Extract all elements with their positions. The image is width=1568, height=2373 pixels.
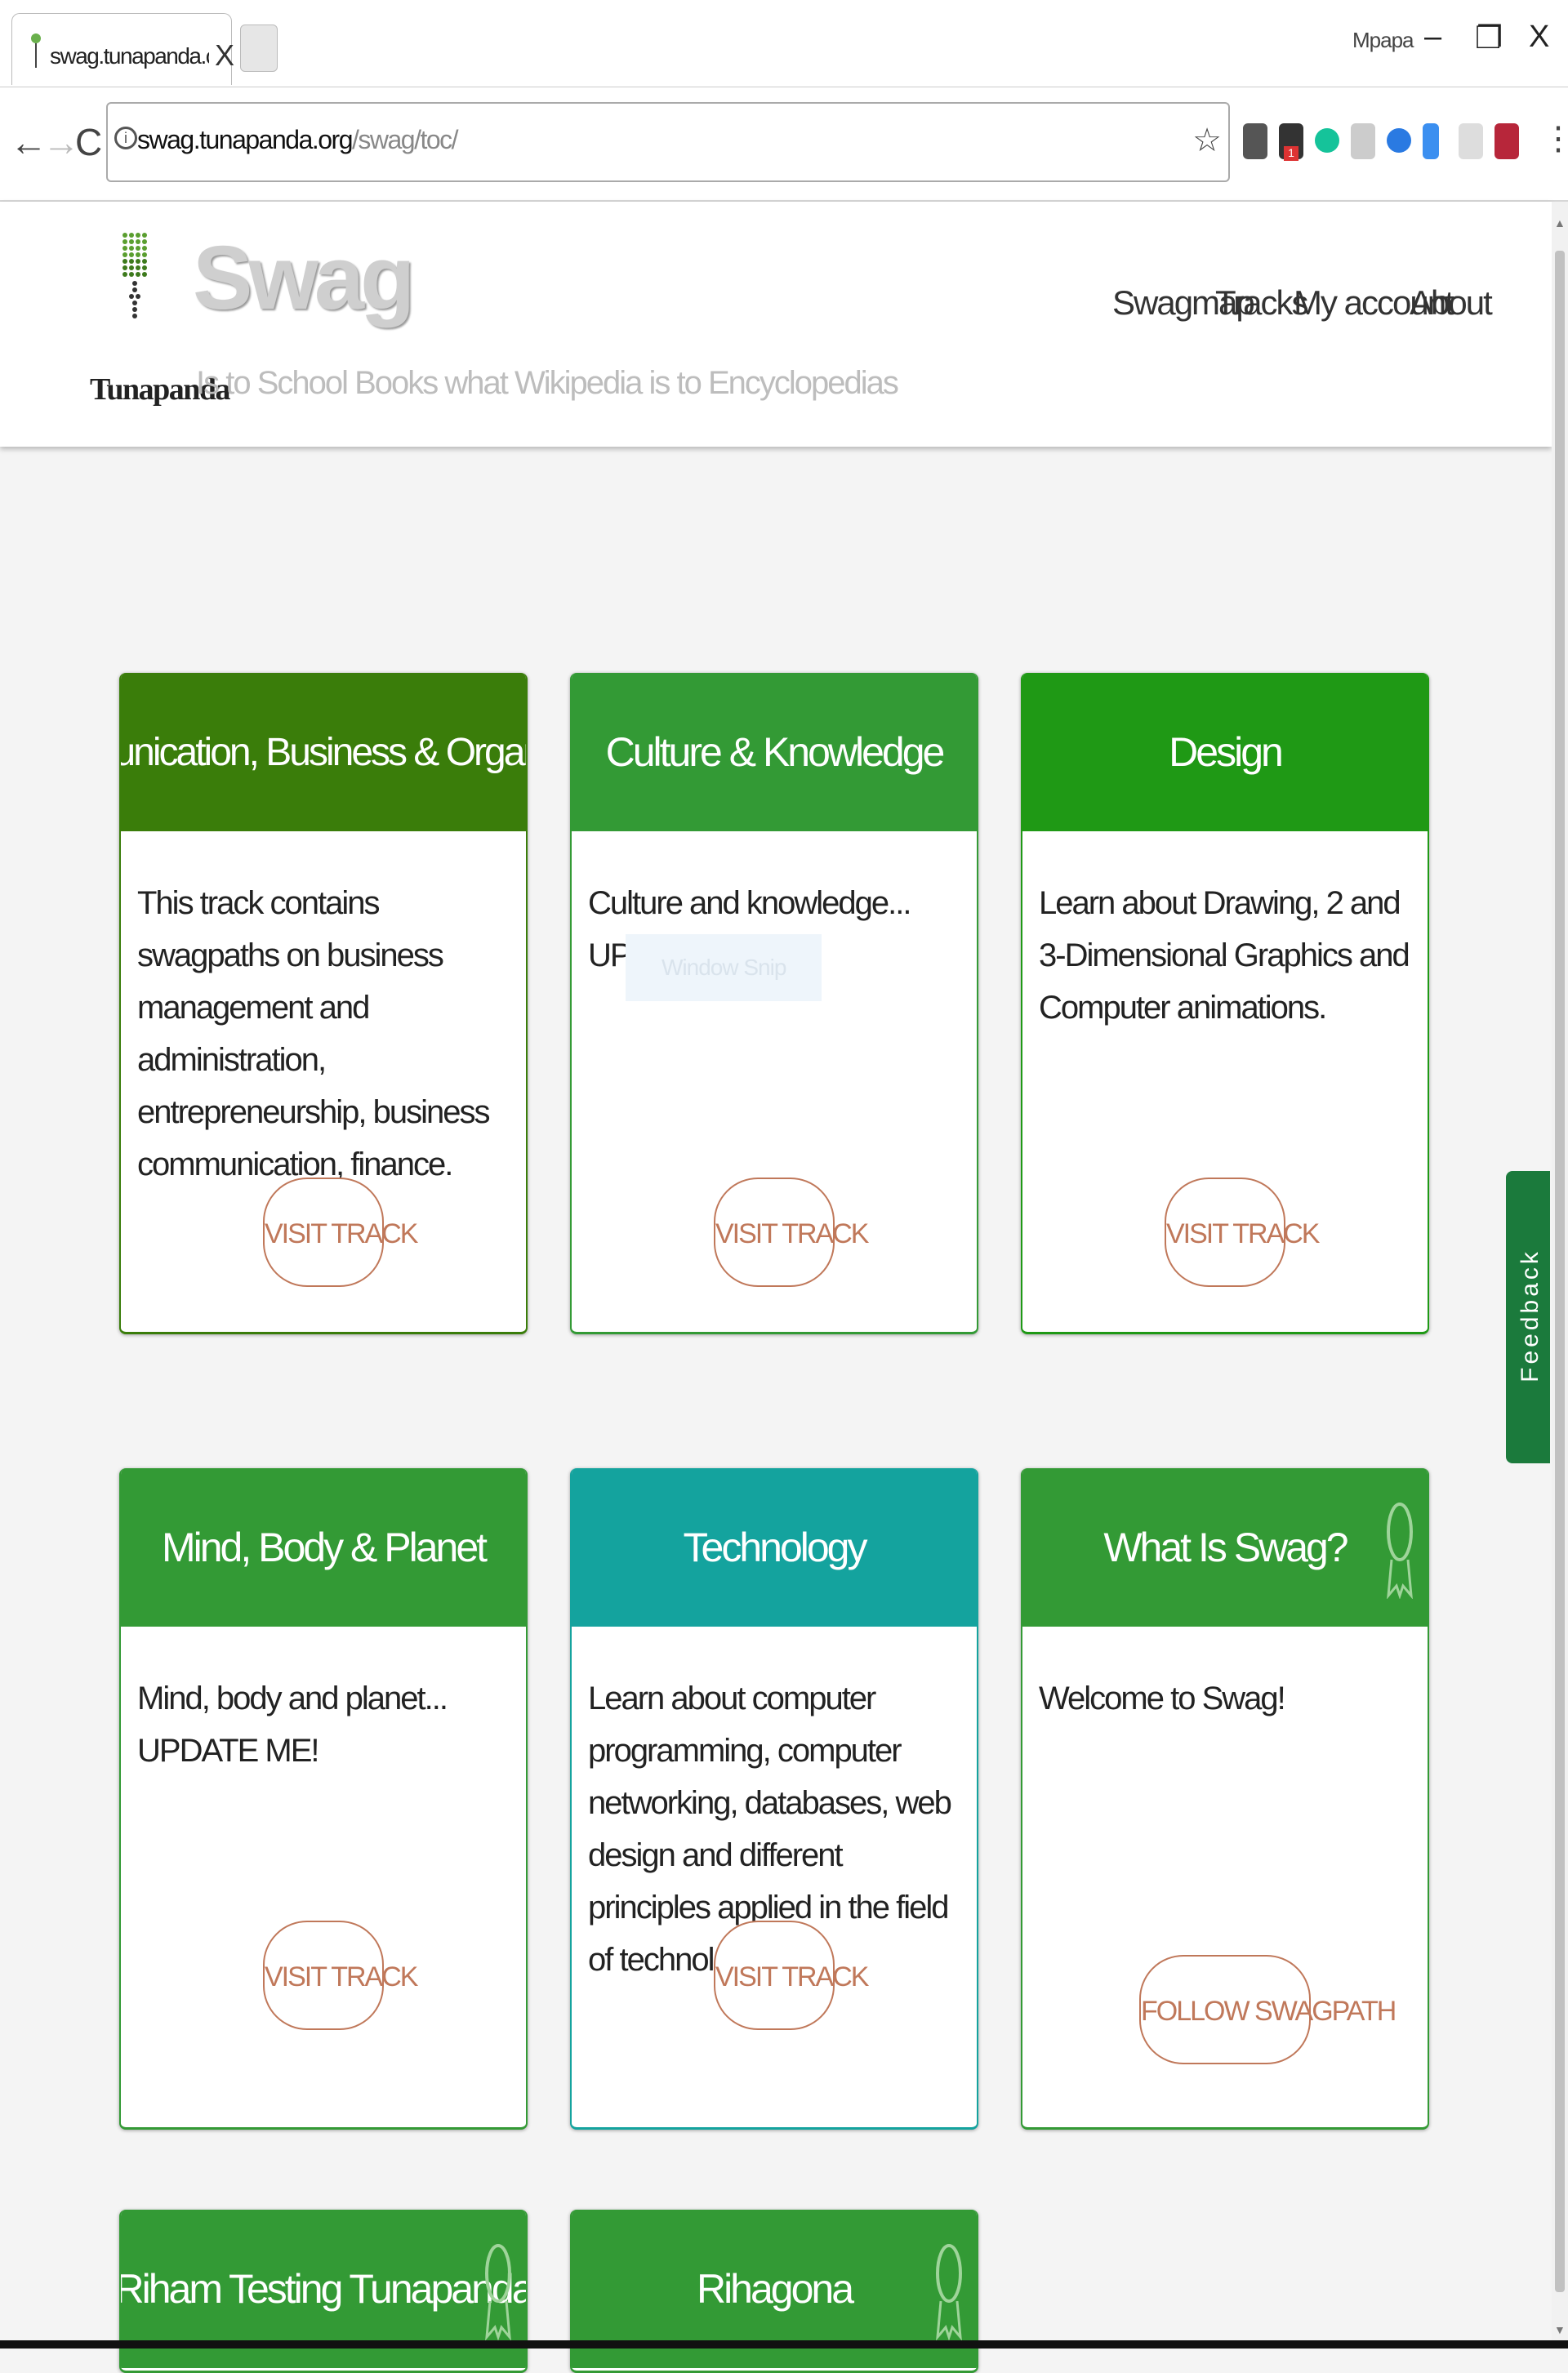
browser-menu-icon[interactable]: ⋮	[1542, 120, 1568, 158]
track-card: Mind, Body & Planet Mind, body and plane…	[119, 1468, 528, 2130]
card-header: Culture & Knowledge	[572, 673, 977, 831]
extension-badge: 1	[1284, 146, 1298, 161]
visit-track-button[interactable]: VISIT TRACK	[1165, 1178, 1320, 1287]
feedback-label: Feedback	[1517, 1249, 1544, 1382]
card-title[interactable]: Communication, Business & Organization	[121, 730, 526, 775]
extension-icon[interactable]	[1351, 123, 1375, 159]
grammarly-icon[interactable]	[1315, 128, 1339, 153]
nav-about[interactable]: About	[1410, 283, 1493, 323]
browser-tabstrip: swag.tunapanda.org/swa X Mpapa – ❐ X	[0, 0, 1568, 87]
card-description: Mind, body and planet... UPDATE ME!	[137, 1681, 448, 1769]
address-bar[interactable]: i swag.tunapanda.org/swag/toc/ ☆	[106, 102, 1230, 182]
extension-icon[interactable]	[1494, 123, 1519, 159]
track-card: Communication, Business & Organization T…	[119, 673, 528, 1334]
info-icon[interactable]: i	[114, 127, 137, 149]
scroll-down-icon[interactable]: ▼	[1554, 2323, 1566, 2336]
close-window-icon[interactable]: X	[1529, 20, 1549, 55]
taskbar-edge	[0, 2340, 1568, 2349]
track-card: Culture & Knowledge Culture and knowledg…	[570, 673, 978, 1334]
tab-title: swag.tunapanda.org/swa	[50, 43, 209, 69]
card-title[interactable]: What Is Swag?	[1103, 1524, 1348, 1571]
swagpath-card: What Is Swag? Welcome to Swag! FOLLOW SW…	[1021, 1468, 1429, 2130]
badge-medal-icon	[485, 2244, 511, 2340]
window-user[interactable]: Mpapa	[1352, 28, 1414, 53]
swagpath-card: Rihagona	[570, 2210, 978, 2373]
card-description: Learn about Drawing, 2 and 3-Dimensional…	[1039, 885, 1410, 1026]
card-title[interactable]: Design	[1169, 728, 1284, 776]
bookmark-star-icon[interactable]: ☆	[1192, 122, 1222, 159]
track-card: Design Learn about Drawing, 2 and 3-Dime…	[1021, 673, 1429, 1334]
reload-icon[interactable]: C	[75, 120, 102, 164]
minimize-icon[interactable]: –	[1424, 20, 1441, 55]
card-description: Welcome to Swag!	[1039, 1681, 1286, 1716]
card-title[interactable]: Culture & Knowledge	[606, 728, 946, 776]
card-title[interactable]: Rihagona	[697, 2265, 854, 2313]
url-host: swag.tunapanda.org	[137, 125, 354, 154]
scroll-up-icon[interactable]: ▲	[1554, 216, 1566, 229]
browser-toolbar: ← → C i swag.tunapanda.org/swag/toc/ ☆ 1…	[0, 87, 1568, 202]
scrollbar-thumb[interactable]	[1555, 251, 1565, 2292]
feedback-tab[interactable]: Feedback	[1506, 1171, 1550, 1463]
url-text[interactable]: swag.tunapanda.org/swag/toc/	[137, 125, 459, 155]
bluetooth-icon[interactable]	[1423, 123, 1439, 159]
window-snip-overlay: Window Snip	[626, 934, 822, 1001]
visit-track-button[interactable]: VISIT TRACK	[714, 1178, 869, 1287]
card-title[interactable]: Technology	[684, 1524, 868, 1571]
swagpath-card: Riham Testing Tunapanda	[119, 2210, 528, 2373]
browser-tab[interactable]: swag.tunapanda.org/swa X	[11, 13, 234, 85]
favicon-icon	[31, 33, 41, 68]
track-card: Technology Learn about computer programm…	[570, 1468, 978, 2130]
badge-medal-icon	[936, 2244, 962, 2340]
site-tagline: Is to School Books what Wikipedia is to …	[196, 365, 899, 401]
extension-icon[interactable]	[1459, 123, 1483, 159]
tab-close-icon[interactable]: X	[215, 38, 234, 73]
restore-icon[interactable]: ❐	[1475, 20, 1503, 56]
tunapanda-logo-icon[interactable]	[121, 231, 152, 321]
site-brand[interactable]: Swag	[193, 226, 415, 330]
visit-track-button[interactable]: VISIT TRACK	[263, 1921, 418, 2030]
card-header: Mind, Body & Planet	[121, 1468, 526, 1627]
card-title[interactable]: Riham Testing Tunapanda	[121, 2265, 526, 2313]
url-path: /swag/toc/	[352, 125, 459, 154]
site-header: Tunapanda Swag Is to School Books what W…	[0, 202, 1552, 447]
extension-icon[interactable]	[1387, 128, 1411, 153]
visit-track-button[interactable]: VISIT TRACK	[714, 1921, 869, 2030]
page-scrollbar[interactable]: ▲ ▼	[1552, 202, 1568, 2341]
visit-track-button[interactable]: VISIT TRACK	[263, 1178, 418, 1287]
card-header: What Is Swag?	[1022, 1468, 1428, 1627]
card-header: Technology	[572, 1468, 977, 1627]
badge-medal-icon	[1387, 1503, 1413, 1599]
card-title[interactable]: Mind, Body & Planet	[162, 1524, 488, 1571]
card-description: This track contains swagpaths on busines…	[137, 885, 491, 1182]
new-tab-button[interactable]	[240, 24, 278, 72]
extension-icon[interactable]: 1	[1279, 123, 1303, 161]
extension-icon[interactable]	[1243, 123, 1267, 159]
card-header: Communication, Business & Organization	[121, 673, 526, 831]
card-header: Design	[1022, 673, 1428, 831]
follow-swagpath-button[interactable]: FOLLOW SWAGPATH	[1139, 1955, 1396, 2064]
